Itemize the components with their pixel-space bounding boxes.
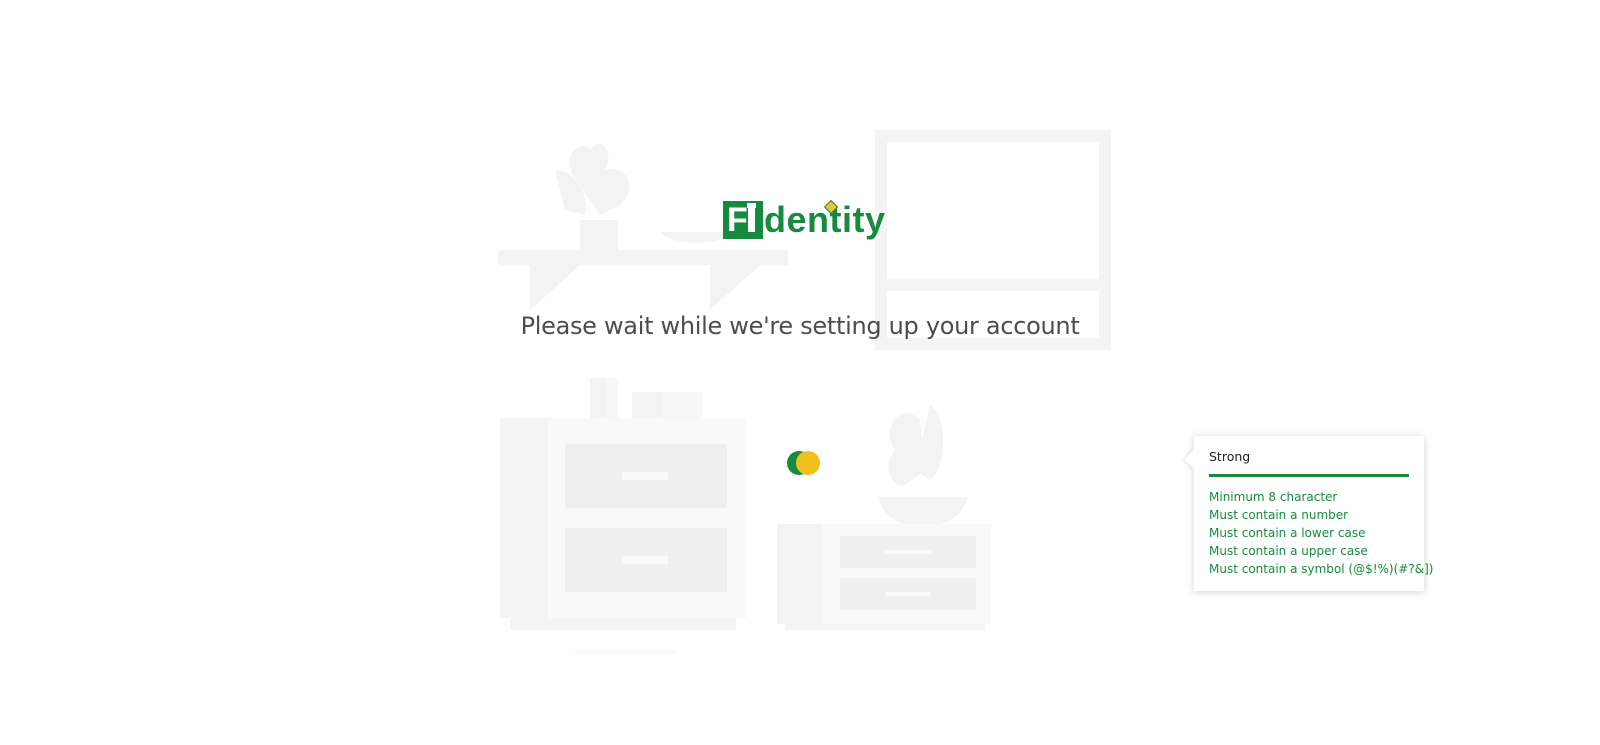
rule-item: Must contain a upper case bbox=[1209, 544, 1368, 558]
rule-item: Must contain a symbol (@$!%)(#?&]) bbox=[1209, 562, 1434, 576]
fidentity-logo: F dentity bbox=[723, 200, 886, 240]
strength-bar bbox=[1209, 474, 1409, 477]
logo-mark: F bbox=[723, 201, 763, 239]
rule-item: Must contain a lower case bbox=[1209, 526, 1366, 540]
status-message: Please wait while we're setting up your … bbox=[520, 312, 1080, 340]
password-strength-tooltip: Strong Minimum 8 character Must contain … bbox=[1184, 436, 1433, 591]
logo-i-stem bbox=[748, 208, 755, 232]
loader-dot-yellow bbox=[796, 451, 820, 475]
password-rules-list: Minimum 8 character Must contain a numbe… bbox=[1209, 488, 1433, 578]
logo-box-letter: F bbox=[727, 201, 748, 239]
background-illustration bbox=[498, 130, 1111, 654]
loading-spinner bbox=[787, 451, 823, 477]
strength-label: Strong bbox=[1209, 449, 1251, 464]
rule-item: Must contain a number bbox=[1209, 508, 1349, 522]
rule-item: Minimum 8 character bbox=[1209, 490, 1338, 504]
